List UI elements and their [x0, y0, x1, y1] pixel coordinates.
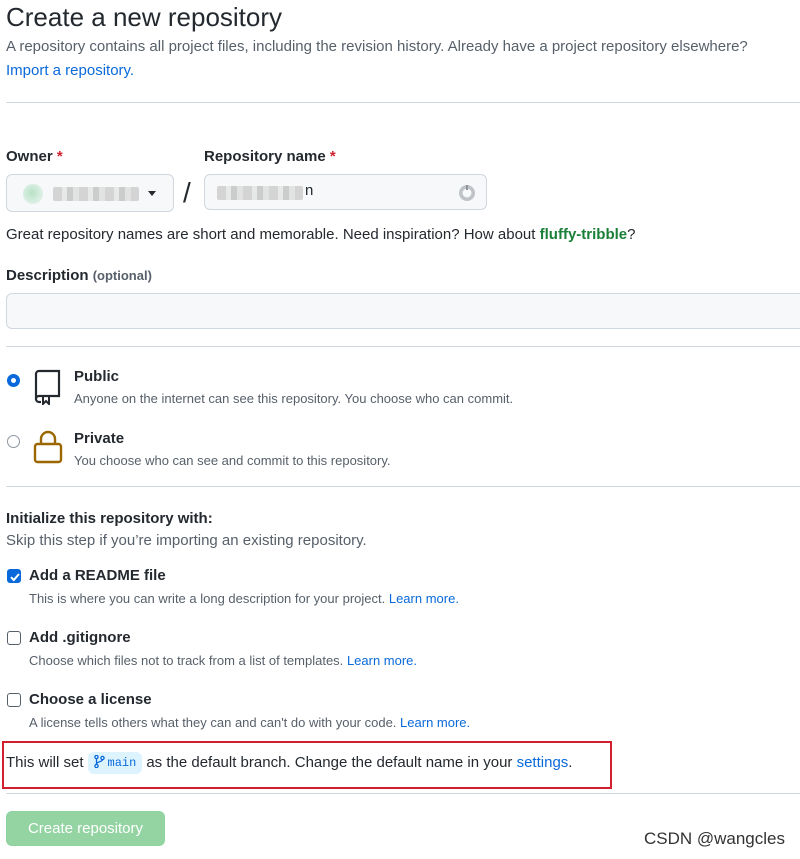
lock-icon — [33, 430, 63, 464]
init-subheading: Skip this step if you’re importing an ex… — [6, 532, 367, 549]
redacted-owner-name — [53, 187, 139, 201]
readme-learn-more-link[interactable]: Learn more. — [389, 591, 459, 606]
private-radio[interactable] — [7, 435, 20, 448]
repo-name-label: Repository name * — [204, 148, 336, 165]
public-radio[interactable] — [7, 374, 20, 387]
owner-select[interactable] — [6, 174, 174, 212]
init-heading: Initialize this repository with: — [6, 510, 213, 527]
repo-name-input[interactable]: n — [204, 174, 487, 210]
divider — [6, 346, 800, 347]
watermark: CSDN @wangcles — [643, 829, 785, 848]
settings-link[interactable]: settings — [517, 754, 569, 771]
private-description: You choose who can see and commit to thi… — [74, 453, 391, 468]
optional-tag: (optional) — [92, 268, 152, 283]
divider — [6, 793, 800, 794]
description-label: Description (optional) — [6, 267, 152, 284]
license-learn-more-link[interactable]: Learn more. — [400, 715, 470, 730]
gitignore-title: Add .gitignore — [29, 629, 131, 646]
branch-badge: main — [87, 752, 143, 775]
git-branch-icon — [93, 754, 105, 769]
readme-title: Add a README file — [29, 567, 166, 584]
license-description: A license tells others what they can and… — [29, 715, 471, 730]
divider — [6, 486, 800, 487]
checkmark-icon — [10, 573, 20, 582]
description-input[interactable] — [6, 293, 800, 329]
loading-icon — [459, 185, 475, 201]
license-title: Choose a license — [29, 691, 152, 708]
avatar-icon — [23, 184, 43, 204]
owner-repo-separator: / — [183, 177, 191, 208]
page-title: Create a new repository — [6, 2, 283, 32]
repo-name-visible-text: n — [305, 182, 314, 199]
gitignore-description: Choose which files not to track from a l… — [29, 653, 418, 668]
gitignore-learn-more-link[interactable]: Learn more. — [347, 653, 417, 668]
import-repository-link[interactable]: Import a repository. — [6, 61, 134, 81]
default-branch-notice: This will set main as the default branch. … — [6, 752, 572, 775]
gitignore-checkbox[interactable] — [7, 631, 21, 645]
name-suggestion[interactable]: fluffy-tribble — [540, 226, 628, 243]
divider — [6, 102, 800, 103]
license-checkbox[interactable] — [7, 693, 21, 707]
redacted-repo-name — [217, 186, 303, 200]
required-mark: * — [329, 148, 336, 165]
repo-name-hint: Great repository names are short and mem… — [6, 226, 636, 243]
page-subtitle: A repository contains all project files,… — [6, 38, 748, 55]
owner-label: Owner * — [6, 148, 63, 165]
required-mark: * — [56, 148, 63, 165]
readme-checkbox[interactable] — [7, 569, 21, 583]
create-repository-button[interactable]: Create repository — [6, 811, 165, 846]
public-description: Anyone on the internet can see this repo… — [74, 391, 514, 406]
private-title: Private — [74, 430, 125, 447]
chevron-down-icon — [148, 191, 156, 196]
public-title: Public — [74, 368, 120, 385]
repo-icon — [34, 369, 61, 405]
readme-description: This is where you can write a long descr… — [29, 591, 459, 606]
